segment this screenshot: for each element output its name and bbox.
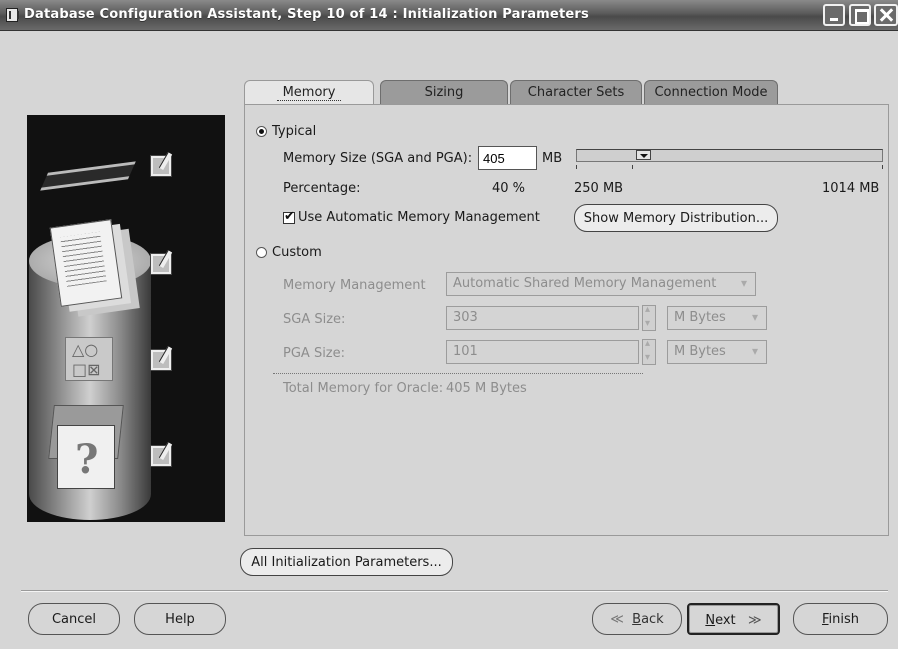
total-memory-value: 405 M Bytes: [446, 381, 527, 396]
checklist-icon: [150, 445, 172, 467]
finish-button[interactable]: Finish: [793, 603, 888, 635]
tab-character-sets[interactable]: Character Sets: [510, 80, 642, 104]
cancel-label: Cancel: [51, 612, 97, 627]
app-icon: [6, 8, 19, 22]
sga-size-input[interactable]: 303: [446, 306, 639, 330]
footer-separator: [21, 590, 888, 592]
tab-sizing-label: Sizing: [424, 85, 464, 100]
memory-slider[interactable]: [576, 149, 883, 162]
slider-tick: [632, 165, 633, 169]
custom-label: Custom: [272, 245, 322, 260]
minimize-icon[interactable]: [823, 4, 845, 26]
back-label: ack: [641, 612, 664, 627]
typical-label: Typical: [272, 124, 317, 139]
show-memory-distribution-label: Show Memory Distribution...: [583, 211, 769, 226]
memory-size-label: Memory Size (SGA and PGA):: [283, 151, 473, 166]
next-arrow-icon: ≫: [748, 613, 762, 628]
pga-unit-select[interactable]: M Bytes: [667, 340, 767, 364]
close-icon[interactable]: [874, 4, 898, 26]
step-illustration: [27, 115, 225, 522]
divider: [273, 373, 643, 374]
sga-size-value: 303: [453, 310, 478, 325]
percentage-value: 40 %: [492, 181, 526, 196]
pga-size-value: 101: [453, 344, 478, 359]
slider-min-label: 250 MB: [574, 181, 624, 196]
pga-size-label: PGA Size:: [283, 346, 346, 361]
typical-radio[interactable]: [256, 126, 267, 137]
sga-unit-value: M Bytes: [674, 310, 726, 325]
total-memory-label: Total Memory for Oracle:: [283, 381, 444, 396]
tab-connection-mode-label: Connection Mode: [654, 85, 768, 100]
checklist-icon: [150, 155, 172, 177]
title-bar[interactable]: Database Configuration Assistant, Step 1…: [0, 0, 898, 31]
checklist-icon: [150, 253, 172, 275]
finish-label: inish: [828, 612, 860, 627]
memory-chip-icon: [40, 161, 136, 191]
back-arrow-icon: ≪: [610, 612, 624, 627]
percentage-label: Percentage:: [283, 181, 361, 196]
auto-memory-label: Use Automatic Memory Management: [298, 210, 540, 225]
sga-unit-select[interactable]: M Bytes: [667, 306, 767, 330]
shapes-icon: [65, 337, 113, 381]
pga-size-input[interactable]: 101: [446, 340, 639, 364]
tab-sizing[interactable]: Sizing: [380, 80, 508, 104]
next-label: ext: [715, 613, 736, 628]
all-initialization-parameters-button[interactable]: All Initialization Parameters...: [240, 548, 453, 576]
documents-icon: [49, 219, 123, 307]
next-mnemonic: N: [705, 613, 716, 628]
question-document-icon: [57, 425, 115, 489]
auto-memory-checkbox[interactable]: [283, 209, 295, 224]
memory-size-input[interactable]: [478, 146, 537, 170]
pga-size-spinner[interactable]: [642, 338, 656, 365]
tab-connection-mode[interactable]: Connection Mode: [644, 80, 778, 104]
slider-tick: [576, 165, 577, 169]
cancel-button[interactable]: Cancel: [28, 603, 120, 635]
memory-management-select[interactable]: Automatic Shared Memory Management: [446, 272, 756, 296]
tab-character-sets-label: Character Sets: [527, 85, 625, 100]
window-title: Database Configuration Assistant, Step 1…: [24, 7, 589, 22]
slider-max-label: 1014 MB: [822, 181, 880, 196]
help-label: Help: [165, 612, 195, 627]
show-memory-distribution-button[interactable]: Show Memory Distribution...: [574, 204, 778, 232]
checklist-icon: [150, 349, 172, 371]
pga-unit-value: M Bytes: [674, 344, 726, 359]
maximize-icon[interactable]: [849, 4, 871, 26]
sga-size-label: SGA Size:: [283, 312, 346, 327]
memory-slider-thumb[interactable]: [636, 150, 651, 160]
custom-radio[interactable]: [256, 247, 267, 258]
back-mnemonic: B: [632, 612, 642, 627]
memory-panel: Typical Memory Size (SGA and PGA): MB Pe…: [244, 104, 889, 536]
memory-management-label: Memory Management: [283, 278, 426, 293]
next-button[interactable]: Next ≫: [687, 603, 780, 635]
memory-size-unit: MB: [542, 151, 563, 166]
tab-memory[interactable]: Memory: [244, 80, 374, 105]
sga-size-spinner[interactable]: [642, 304, 656, 331]
back-button[interactable]: ≪ Back: [592, 603, 682, 635]
help-button[interactable]: Help: [134, 603, 226, 635]
tab-memory-label: Memory: [276, 85, 342, 101]
all-initialization-parameters-label: All Initialization Parameters...: [251, 555, 442, 570]
slider-tick: [882, 165, 883, 169]
memory-management-value: Automatic Shared Memory Management: [453, 276, 717, 291]
